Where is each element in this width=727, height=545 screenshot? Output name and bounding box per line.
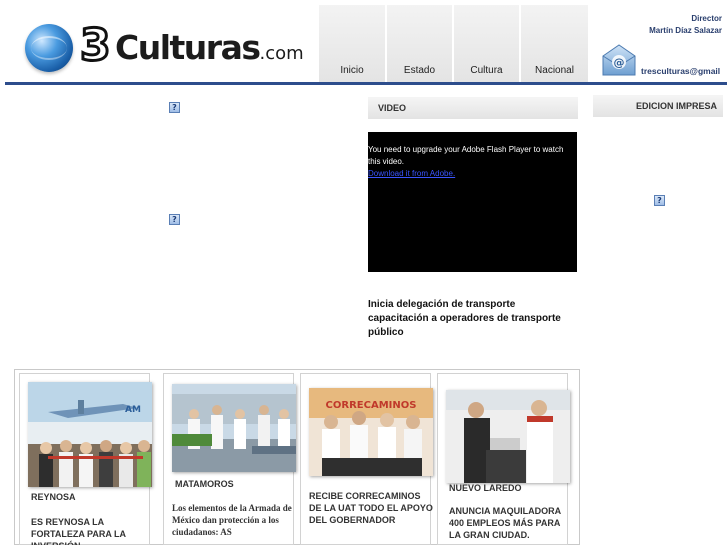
svg-text:@: @ [614, 56, 625, 69]
nav-tab-nacional[interactable]: Nacional [521, 5, 588, 82]
news-title[interactable]: ANUNCIA MAQUILADORA 400 EMPLEOS MÁS PARA… [449, 505, 573, 541]
broken-image-icon: ? [169, 102, 180, 113]
logo-wordmark: Culturas.com [115, 30, 304, 72]
news-card[interactable]: NUEVO LAREDO ANUNCIA MAQUILADORA 400 EMP… [437, 373, 570, 545]
video-player[interactable]: You need to upgrade your Adobe Flash Pla… [368, 132, 577, 272]
edicion-impresa-title: EDICION IMPRESA [635, 101, 717, 111]
globe-icon [25, 24, 73, 72]
news-title[interactable]: RECIBE CORRECAMINOS DE LA UAT TODO EL AP… [309, 490, 433, 526]
news-card[interactable]: AM REYNOSA ES REYNOSA LA FORTALEZA PARA … [19, 373, 152, 545]
news-title[interactable]: ES REYNOSA LA FORTALEZA PARA LA INVERSIÓ… [31, 516, 155, 545]
director-label: Director [691, 14, 722, 23]
logo-suffix: .com [259, 43, 304, 64]
news-location: REYNOSA [31, 492, 76, 502]
flash-download-link[interactable]: Download it from Adobe. [368, 168, 577, 180]
nav-tab-estado[interactable]: Estado [387, 5, 452, 82]
svg-text:AM: AM [125, 405, 141, 415]
news-location: NUEVO LAREDO [449, 483, 522, 493]
logo-word-text: Culturas [115, 28, 261, 67]
broken-image-icon: ? [169, 214, 180, 225]
broken-image-icon: ? [654, 195, 665, 206]
contact-email[interactable]: tresculturas@gmail [641, 66, 720, 76]
nav-tab-cultura[interactable]: Cultura [454, 5, 519, 82]
video-section-header: VIDEO [368, 97, 578, 119]
nav-tab-label: Inicio [340, 65, 364, 76]
nav-tab-inicio[interactable]: Inicio [319, 5, 385, 82]
nav-tab-label: Estado [403, 65, 436, 76]
news-card[interactable]: MATAMOROS Los elementos de la Armada de … [163, 373, 296, 545]
headline-link[interactable]: Inicia delegación de transporte capacita… [368, 298, 578, 340]
flash-upgrade-message: You need to upgrade your Adobe Flash Pla… [368, 145, 564, 166]
site-logo[interactable]: 3 Culturas.com [25, 20, 304, 72]
email-icon[interactable]: @ [600, 42, 638, 78]
news-photo[interactable]: AM [28, 382, 152, 487]
header-divider [5, 82, 727, 85]
edicion-impresa-header: EDICION IMPRESA [593, 95, 723, 117]
director-name: Martín Díaz Salazar [649, 26, 722, 35]
svg-text:CORRECAMINOS: CORRECAMINOS [326, 400, 417, 411]
news-photo[interactable] [446, 390, 570, 483]
news-summary[interactable]: Los elementos de la Armada de México dan… [172, 502, 296, 538]
nav-tab-label: Nacional [535, 65, 574, 76]
nav-tab-label: Cultura [470, 65, 503, 76]
news-photo[interactable] [172, 384, 296, 472]
news-card[interactable]: CORRECAMINOS RECIBE CORRECAMINOS DE LA U… [300, 373, 433, 545]
logo-three: 3 [79, 20, 113, 71]
video-section-title: VIDEO [378, 103, 407, 113]
news-photo[interactable]: CORRECAMINOS [309, 388, 433, 476]
news-location: MATAMOROS [175, 479, 234, 489]
